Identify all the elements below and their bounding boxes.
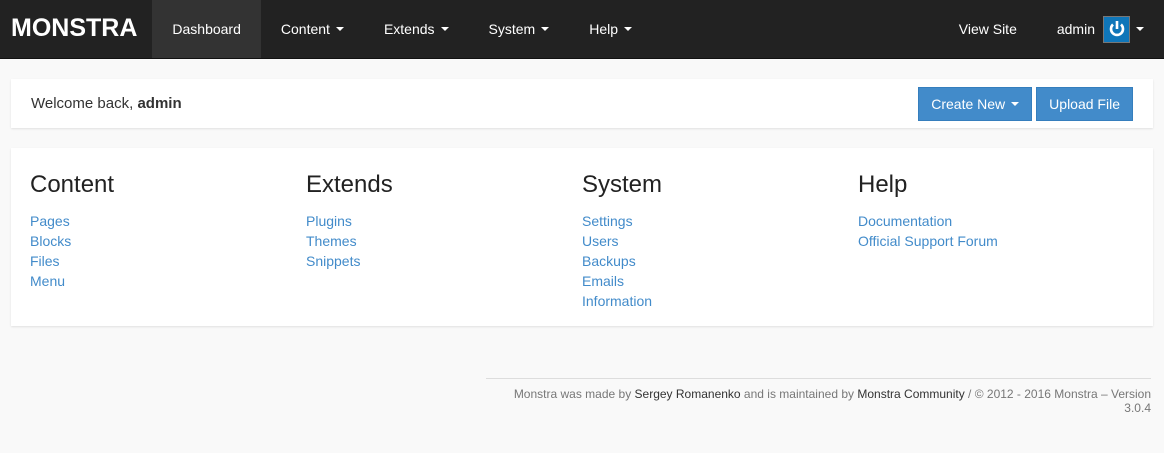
nav-system[interactable]: System <box>469 0 570 58</box>
nav-label: Help <box>589 21 619 37</box>
user-name: admin <box>1056 21 1095 37</box>
welcome-panel: Welcome back, admin Create New Upload Fi… <box>11 79 1153 128</box>
section-system: System Settings Users Backups Emails Informat… <box>582 171 858 309</box>
nav-label: Extends <box>383 21 435 37</box>
caret-down-icon <box>541 27 550 31</box>
welcome-user: admin <box>137 95 182 112</box>
view-site-link[interactable]: View Site <box>939 0 1037 58</box>
section-link[interactable]: Pages <box>30 211 306 231</box>
button-label: Create New <box>931 95 1006 112</box>
footer-text: and is maintained by <box>740 387 858 401</box>
caret-down-icon <box>440 27 449 31</box>
section-link[interactable]: Menu <box>30 271 306 291</box>
nav-label: View Site <box>958 21 1017 37</box>
section-link[interactable]: Users <box>582 231 858 251</box>
section-link[interactable]: Backups <box>582 251 858 271</box>
section-help: Help Documentation Official Support Forum <box>858 171 1134 303</box>
nav-label: Dashboard <box>172 21 241 37</box>
section-link[interactable]: Official Support Forum <box>858 231 1134 251</box>
nav-content[interactable]: Content <box>261 0 364 58</box>
caret-down-icon <box>624 27 633 31</box>
sections-panel: Content Pages Blocks Files Menu Extends Plugin… <box>11 148 1153 326</box>
section-link[interactable]: Documentation <box>858 211 1134 231</box>
section-link[interactable]: Emails <box>582 271 858 291</box>
power-icon <box>1109 21 1124 37</box>
community-link[interactable]: Monstra Community <box>857 387 964 401</box>
section-link[interactable]: Themes <box>306 231 582 251</box>
section-content: Content Pages Blocks Files Menu <box>30 171 306 303</box>
nav-label: Content <box>280 21 330 37</box>
section-link[interactable]: Information <box>582 291 858 311</box>
caret-down-icon <box>1011 101 1020 106</box>
section-link[interactable]: Blocks <box>30 231 306 251</box>
footer-text: Monstra was made by <box>513 387 635 401</box>
section-title: Content <box>30 171 115 198</box>
nav-extends[interactable]: Extends <box>364 0 469 58</box>
welcome-prefix: Welcome back, <box>31 95 138 112</box>
section-link[interactable]: Files <box>30 251 306 271</box>
section-extends: Extends Plugins Themes Snippets <box>306 171 582 303</box>
user-menu[interactable]: admin <box>1037 0 1164 58</box>
section-link[interactable]: Snippets <box>306 251 582 271</box>
caret-down-icon <box>1136 27 1144 31</box>
footer: Monstra was made by Sergey Romanenko and… <box>486 378 1151 415</box>
button-label: Upload File <box>1049 95 1120 112</box>
nav-label: System <box>488 21 536 37</box>
brand-logo[interactable]: MONSTRA <box>0 0 152 58</box>
author-link[interactable]: Sergey Romanenko <box>635 387 741 401</box>
nav-help[interactable]: Help <box>569 0 652 58</box>
section-link[interactable]: Plugins <box>306 211 582 231</box>
nav-dashboard[interactable]: Dashboard <box>152 0 261 58</box>
welcome-text: Welcome back, admin <box>31 95 182 112</box>
avatar <box>1103 15 1130 43</box>
caret-down-icon <box>335 27 344 31</box>
section-title: Extends <box>306 171 393 198</box>
navbar: MONSTRA Dashboard Content Extends System… <box>0 0 1164 59</box>
upload-file-button[interactable]: Upload File <box>1036 86 1133 121</box>
section-link[interactable]: Settings <box>582 211 858 231</box>
section-title: Help <box>858 171 908 198</box>
section-title: System <box>582 171 663 198</box>
footer-text: / © 2012 - 2016 Monstra – Version 3.0.4 <box>964 387 1151 415</box>
create-new-button[interactable]: Create New <box>918 86 1033 121</box>
